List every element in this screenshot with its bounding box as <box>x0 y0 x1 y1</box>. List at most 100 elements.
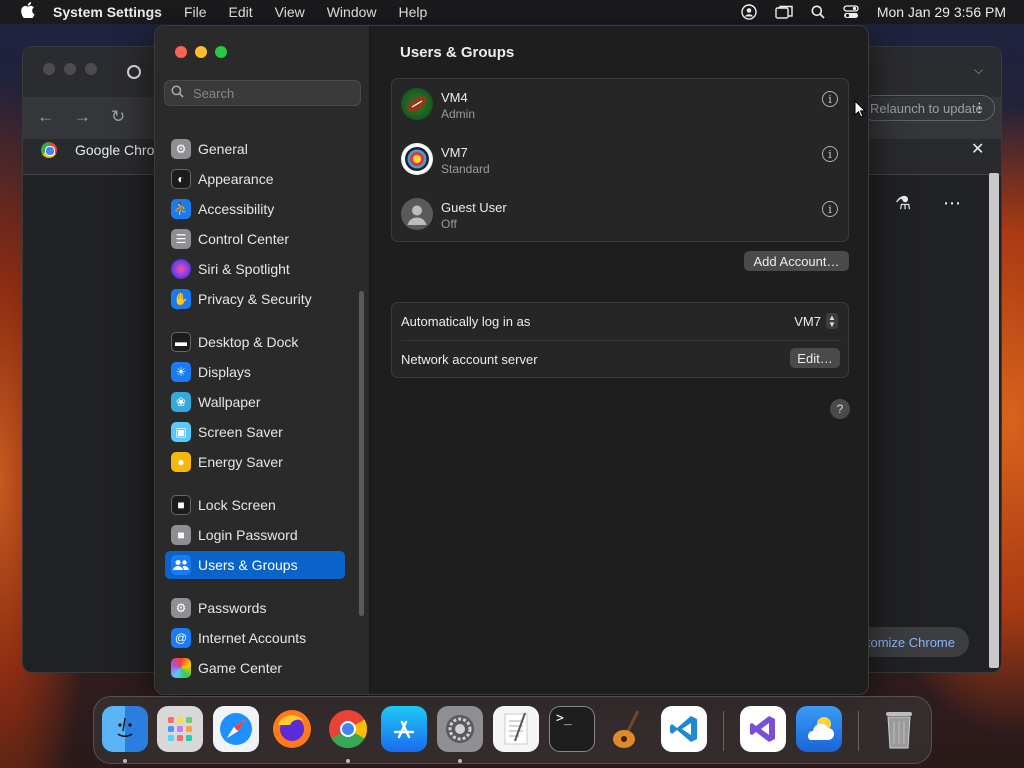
relaunch-to-update-button[interactable]: Relaunch to update ⋮ <box>861 95 995 121</box>
user-account-icon[interactable] <box>741 4 757 20</box>
relaunch-label: Relaunch to update <box>870 100 983 116</box>
chrome-minimize-button[interactable] <box>64 63 76 75</box>
users-list: VM4 Admin i VM7 Standard i Guest User Of… <box>391 78 849 242</box>
user-row-vm4[interactable]: VM4 Admin i <box>392 79 850 134</box>
sidebar-item-label: Screen Saver <box>198 424 283 440</box>
safari-icon[interactable] <box>213 706 259 752</box>
garageband-icon[interactable] <box>605 706 651 752</box>
menu-window[interactable]: Window <box>327 4 377 20</box>
sidebar-item-siri-spotlight[interactable]: Siri & Spotlight <box>165 255 345 283</box>
sidebar-item-wallpaper[interactable]: ❀ Wallpaper <box>165 388 345 416</box>
chrome-close-button[interactable] <box>43 63 55 75</box>
at-icon: @ <box>171 628 191 648</box>
user-name: VM7 <box>441 145 468 160</box>
sidebar-item-energy-saver[interactable]: ● Energy Saver <box>165 448 345 476</box>
sidebar-item-label: Siri & Spotlight <box>198 261 290 277</box>
chrome-tab-icon[interactable] <box>127 65 141 79</box>
user-role: Off <box>441 217 457 231</box>
user-row-vm7[interactable]: VM7 Standard i <box>392 134 850 189</box>
mouse-cursor-icon <box>854 99 867 123</box>
dock-icon: ▬ <box>171 332 191 352</box>
control-center-icon[interactable] <box>843 5 859 19</box>
sidebar-item-desktop-dock[interactable]: ▬ Desktop & Dock <box>165 328 345 356</box>
info-icon[interactable]: i <box>822 91 838 107</box>
spotlight-search-icon[interactable] <box>811 5 825 19</box>
sidebar-item-label: Game Center <box>198 660 283 676</box>
sidebar-item-internet-accounts[interactable]: @ Internet Accounts <box>165 624 345 652</box>
menu-edit[interactable]: Edit <box>229 4 253 20</box>
edit-button[interactable]: Edit… <box>790 348 840 368</box>
auto-login-select[interactable]: VM7 ▲ ▼ <box>794 313 838 329</box>
sidebar-item-screen-saver[interactable]: ▣ Screen Saver <box>165 418 345 446</box>
apple-menu-icon[interactable] <box>18 2 38 22</box>
avatar-football-icon <box>401 88 433 120</box>
visual-studio-icon[interactable] <box>740 706 786 752</box>
running-indicator <box>346 759 350 763</box>
add-account-button[interactable]: Add Account… <box>744 251 849 271</box>
dock-separator <box>723 711 724 751</box>
search-input[interactable] <box>193 85 353 101</box>
back-arrow-icon[interactable]: ← <box>37 107 54 127</box>
close-icon[interactable]: ✕ <box>971 139 984 159</box>
sidebar-item-privacy-security[interactable]: ✋ Privacy & Security <box>165 285 345 313</box>
minimize-window-button[interactable] <box>195 46 207 58</box>
chrome-zoom-button[interactable] <box>85 63 97 75</box>
sidebar-item-accessibility[interactable]: ⛹ Accessibility <box>165 195 345 223</box>
zoom-window-button[interactable] <box>215 46 227 58</box>
sidebar-item-users-groups[interactable]: Users & Groups <box>165 551 345 579</box>
sidebar-item-displays[interactable]: ☀ Displays <box>165 358 345 386</box>
finder-icon[interactable] <box>102 706 148 752</box>
chevron-down-icon[interactable]: ⌵ <box>974 63 983 78</box>
network-server-row: Network account server <box>392 341 850 378</box>
menu-bar: System Settings File Edit View Window He… <box>0 0 1024 24</box>
menu-help[interactable]: Help <box>399 4 428 20</box>
users-groups-pane: Users & Groups VM4 Admin i VM7 Standard … <box>370 26 868 694</box>
auto-login-label: Automatically log in as <box>401 314 531 329</box>
sidebar-item-label: Energy Saver <box>198 454 283 470</box>
sidebar-item-label: Appearance <box>198 171 274 187</box>
sidebar-item-appearance[interactable]: ◐ Appearance <box>165 165 345 193</box>
flask-icon[interactable]: ⚗ <box>895 193 911 214</box>
key-icon: ⚙ <box>171 598 191 618</box>
chrome-scrollbar[interactable] <box>989 173 999 668</box>
firefox-icon[interactable] <box>269 706 315 752</box>
terminal-icon[interactable]: >_ <box>549 706 595 752</box>
close-window-button[interactable] <box>175 46 187 58</box>
trash-icon[interactable] <box>876 706 922 752</box>
user-role: Standard <box>441 162 490 176</box>
vscode-icon[interactable] <box>661 706 707 752</box>
sidebar-item-label: Login Password <box>198 527 298 543</box>
sidebar-scrollbar[interactable] <box>359 291 364 616</box>
chrome-icon[interactable] <box>325 706 371 752</box>
user-row-guest[interactable]: Guest User Off i <box>392 189 850 244</box>
menu-clock[interactable]: Mon Jan 29 3:56 PM <box>877 4 1006 20</box>
dock: >_ <box>93 696 932 764</box>
apps-grid-icon[interactable]: ⋯ <box>943 193 961 214</box>
sidebar-item-lock-screen[interactable]: ■ Lock Screen <box>165 491 345 519</box>
textedit-icon[interactable] <box>493 706 539 752</box>
game-center-icon <box>171 658 191 678</box>
system-settings-icon[interactable] <box>437 706 483 752</box>
app-store-icon[interactable] <box>381 706 427 752</box>
user-role: Admin <box>441 107 476 121</box>
control-center-icon: ☰ <box>171 229 191 249</box>
weather-icon[interactable] <box>796 706 842 752</box>
info-icon[interactable]: i <box>822 146 838 162</box>
search-field[interactable] <box>164 80 361 106</box>
forward-arrow-icon[interactable]: → <box>74 107 91 127</box>
launchpad-icon[interactable] <box>157 706 203 752</box>
help-button[interactable]: ? <box>830 399 850 419</box>
reload-icon[interactable]: ↻ <box>111 107 125 127</box>
chrome-logo-icon <box>41 142 57 158</box>
more-options-icon[interactable]: ⋮ <box>973 100 986 116</box>
info-icon[interactable]: i <box>822 201 838 217</box>
sidebar-item-control-center[interactable]: ☰ Control Center <box>165 225 345 253</box>
menu-view[interactable]: View <box>275 4 305 20</box>
menu-app-name[interactable]: System Settings <box>53 4 162 20</box>
sidebar-item-login-password[interactable]: ■ Login Password <box>165 521 345 549</box>
menu-file[interactable]: File <box>184 4 207 20</box>
sidebar-item-general[interactable]: ⚙ General <box>165 135 345 163</box>
sidebar-item-passwords[interactable]: ⚙ Passwords <box>165 594 345 622</box>
sidebar-item-game-center[interactable]: Game Center <box>165 654 345 682</box>
screen-mirroring-icon[interactable] <box>775 5 793 19</box>
